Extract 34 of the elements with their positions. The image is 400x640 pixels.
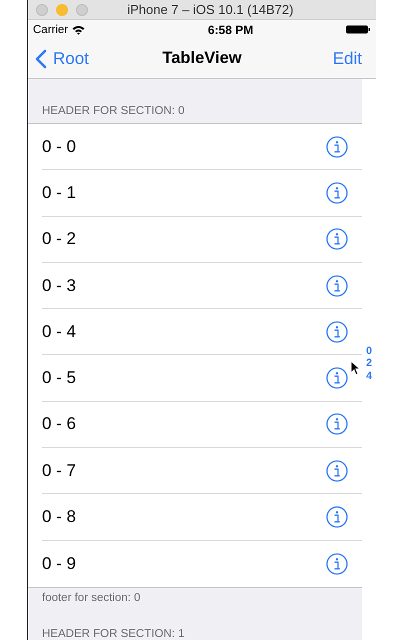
table-row[interactable]: 0 - 1: [42, 170, 362, 217]
info-icon[interactable]: [326, 413, 348, 436]
status-time: 6:58 PM: [208, 22, 254, 36]
section-header: HEADER FOR SECTION: 0: [42, 105, 184, 117]
nav-title: TableView: [162, 49, 242, 68]
info-icon[interactable]: [326, 460, 348, 482]
table-row[interactable]: 0 - 9: [42, 540, 362, 587]
table-row[interactable]: 0 - 7: [42, 448, 362, 494]
table-row[interactable]: 0 - 3: [42, 262, 362, 310]
window-title: iPhone 7 – iOS 10.1 (14B72): [127, 2, 294, 17]
section-footer: footer for section: 0: [42, 592, 140, 604]
section-header: HEADER FOR SECTION: 1: [42, 628, 184, 640]
info-icon[interactable]: [326, 182, 348, 204]
back-button[interactable]: Root: [35, 48, 89, 68]
info-icon[interactable]: [326, 228, 348, 250]
section-index-item[interactable]: 0: [366, 344, 372, 358]
info-icon[interactable]: [326, 136, 348, 158]
section-index-item[interactable]: 4: [366, 370, 372, 382]
table-row[interactable]: 0 - 0: [42, 124, 362, 170]
info-icon[interactable]: [326, 552, 348, 575]
chevron-left-icon: [35, 48, 47, 68]
section-index-item[interactable]: 2: [366, 357, 372, 370]
info-icon[interactable]: [326, 274, 348, 297]
info-icon[interactable]: [326, 320, 348, 343]
edit-button[interactable]: Edit: [332, 48, 362, 68]
info-icon[interactable]: [326, 506, 348, 528]
wifi-icon: [72, 24, 86, 34]
table-row[interactable]: 0 - 2: [42, 216, 362, 263]
table-row[interactable]: 0 - 6: [42, 402, 362, 448]
table-row[interactable]: 0 - 8: [42, 494, 362, 541]
table-row[interactable]: 0 - 4: [42, 309, 362, 356]
battery-icon: [346, 25, 370, 34]
carrier-label: Carrier: [33, 24, 68, 36]
info-icon[interactable]: [326, 367, 348, 390]
